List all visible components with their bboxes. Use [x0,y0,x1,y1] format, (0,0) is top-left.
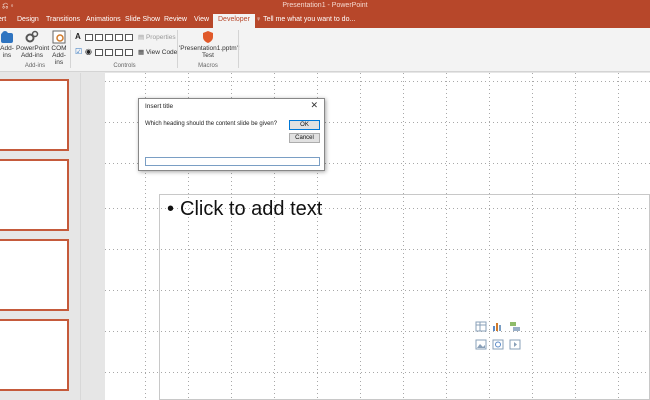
ok-button[interactable]: OK [289,120,320,130]
tell-me-search[interactable]: ♀ Tell me what you want to do... [256,16,355,23]
tab-review[interactable]: Review [164,16,187,23]
insert-chart-icon[interactable] [492,321,504,332]
gridline [105,81,650,82]
store-icon [1,31,13,43]
button-control-icon[interactable] [95,34,103,41]
slide-thumbnail-3[interactable] [0,239,69,311]
slide-thumbnail-pane [0,73,80,400]
insert-table-icon[interactable] [475,321,487,332]
insert-smartart-icon[interactable] [509,321,521,332]
properties-label: Properties [145,34,176,41]
close-icon[interactable]: ✕ [310,100,318,111]
addins-label-2: ins [2,52,12,59]
shield-icon [203,31,213,43]
ribbon-separator [177,30,178,68]
frame-control-icon[interactable] [95,49,103,56]
gears-icon [25,30,39,43]
com-addins-icon [52,30,66,44]
tab-view[interactable]: View [194,16,209,23]
insert-video-icon[interactable] [509,339,521,350]
radio-control-icon[interactable]: ◉ [85,47,92,56]
tab-design[interactable]: Design [17,16,39,23]
content-placeholder[interactable] [159,194,650,400]
insert-online-picture-icon[interactable] [492,339,504,350]
properties-button[interactable]: ▤ Properties [138,33,176,41]
content-placeholder-text[interactable]: • Click to add text [167,198,322,221]
insert-title-dialog: Insert title ✕ Which heading should the … [138,98,325,171]
checkbox-control-icon[interactable]: ☑ [75,47,82,56]
addins-button[interactable]: Add- ins [0,30,16,59]
more-controls-icon[interactable] [125,49,133,56]
insert-picture-icon[interactable] [475,339,487,350]
tell-me-text: Tell me what you want to do... [263,16,356,23]
tab-animations[interactable]: Animations [86,16,121,23]
window-title: Presentation1 - PowerPoint [282,2,368,9]
ppt-addins-label-2: Add-ins [20,52,44,59]
properties-icon: ▤ [138,34,145,41]
thumbnail-scrollbar[interactable] [80,73,105,400]
run-macro-button[interactable]: 'Presentation1.pptm'! Test [179,30,240,59]
dialog-title: Insert title [145,103,174,110]
ribbon: Add- ins PowerPoint Add-ins COM Add-ins … [0,28,650,72]
textbox-control-icon[interactable] [85,34,93,41]
ribbon-tabs: ert Design Transitions Animations Slide … [0,14,650,28]
powerpoint-addins-button[interactable]: PowerPoint Add-ins [16,30,50,59]
view-code-icon: ▦ [138,49,145,56]
lightbulb-icon: ♀ [256,16,262,23]
macros-group-label: Macros [198,63,218,69]
cancel-button[interactable]: Cancel [289,133,320,143]
title-input[interactable] [145,157,320,166]
title-bar: ⎌ ◦ Presentation1 - PowerPoint [0,0,650,14]
tab-developer[interactable]: Developer [213,14,255,28]
tab-insert[interactable]: ert [0,16,6,23]
macro-label: 'Presentation1.pptm'! [179,45,240,52]
ppt-addins-label: PowerPoint [16,45,50,52]
bullet: • [167,198,175,220]
scrollbar-control-icon[interactable] [115,49,123,56]
com-addins-button[interactable]: COM Add-ins [48,30,70,66]
image-control-icon[interactable] [125,34,133,41]
listbox-control-icon[interactable] [105,34,113,41]
addins-group-label: Add-ins [24,63,46,69]
tab-slide-show[interactable]: Slide Show [125,16,160,23]
view-code-label: View Code [145,49,178,56]
addins-label: Add- [0,45,14,52]
ribbon-separator [238,30,239,68]
macro-label-2: Test [202,52,214,59]
combobox-control-icon[interactable] [115,34,123,41]
controls-group-label: Controls [113,63,136,69]
tab-transitions[interactable]: Transitions [46,16,80,23]
com-addins-label: COM [51,45,67,52]
toggle-control-icon[interactable] [105,49,113,56]
view-code-button[interactable]: ▦ View Code [138,48,177,56]
ribbon-separator [70,30,71,68]
label-control-icon[interactable]: A [75,32,81,41]
dialog-prompt: Which heading should the content slide b… [145,121,278,127]
slide-thumbnail-2[interactable] [0,159,69,231]
slide-thumbnail-1[interactable] [0,79,69,151]
placeholder-prompt: Click to add text [180,198,323,220]
slide-thumbnail-4[interactable] [0,319,69,391]
